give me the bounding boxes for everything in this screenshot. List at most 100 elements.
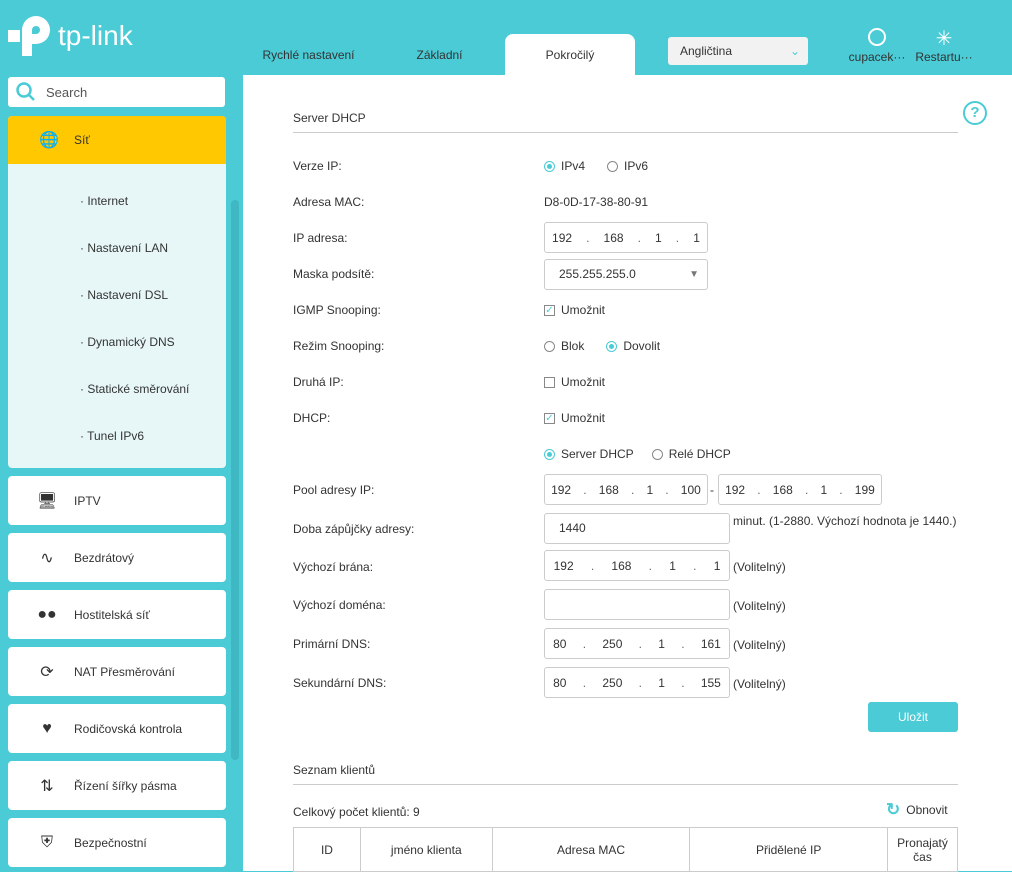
help-icon[interactable]: ? bbox=[963, 101, 987, 125]
tab-basic[interactable]: Základní bbox=[374, 34, 505, 76]
optional-hint: (Volitelný) bbox=[733, 560, 786, 574]
domain-input[interactable] bbox=[544, 589, 730, 620]
tab-advanced[interactable]: Pokročilý bbox=[505, 34, 635, 76]
language-select[interactable]: Angličtina ⌄ bbox=[668, 37, 808, 65]
label-mask: Maska podsítě: bbox=[293, 267, 375, 281]
checkbox-second-ip[interactable] bbox=[544, 376, 555, 388]
sub-item-lan[interactable]: · Nastavení LAN bbox=[80, 241, 168, 255]
shield-icon: ⛨ bbox=[40, 833, 53, 851]
label-snoop-mode: Režim Snooping: bbox=[293, 339, 385, 353]
sidebar-item-network[interactable]: 🌐 Síť bbox=[8, 116, 226, 164]
sub-item-dsl[interactable]: · Nastavení DSL bbox=[80, 288, 168, 302]
label-dns2: Sekundární DNS: bbox=[293, 676, 387, 690]
option-label: Umožnit bbox=[561, 375, 606, 389]
sidebar-item-wireless[interactable]: ∿ Bezdrátový bbox=[8, 533, 226, 582]
sidebar-scrollbar[interactable] bbox=[231, 200, 239, 760]
restart-button[interactable]: ✳ Restartu··· bbox=[912, 28, 976, 64]
sidebar-item-label: IPTV bbox=[74, 493, 101, 508]
sidebar-item-iptv[interactable]: 🖥 IPTV bbox=[8, 476, 226, 525]
option-label: Relé DHCP bbox=[668, 447, 731, 461]
column-header-ip: Přidělené IP bbox=[689, 827, 888, 872]
sidebar-item-security[interactable]: ⛨ Bezpečnostní bbox=[8, 818, 226, 867]
restart-icon: ✳ bbox=[935, 28, 953, 50]
divider bbox=[293, 132, 958, 133]
sidebar-item-label: Hostitelská síť bbox=[74, 607, 150, 622]
sub-item-ipv6-tunnel[interactable]: · Tunel IPv6 bbox=[80, 429, 144, 443]
sub-item-internet[interactable]: · Internet bbox=[80, 194, 128, 208]
lease-time-input[interactable]: 1440 bbox=[544, 513, 730, 544]
sidebar-section-network: 🌐 Síť · Internet · Nastavení LAN · Nasta… bbox=[8, 116, 226, 468]
radio-dhcp-server[interactable] bbox=[544, 448, 555, 460]
refresh-label: Obnovit bbox=[906, 803, 948, 817]
search-input[interactable]: Search bbox=[8, 77, 225, 107]
primary-dns-input[interactable]: 80. 250. 1. 161 bbox=[544, 628, 730, 659]
subnet-mask-select[interactable]: 255.255.255.0 ▼ bbox=[544, 259, 708, 290]
user-icon bbox=[868, 28, 886, 46]
clients-table: ID jméno klienta Adresa MAC Přidělené IP… bbox=[293, 827, 958, 872]
label-second-ip: Druhá IP: bbox=[293, 375, 344, 389]
label-dhcp: DHCP: bbox=[293, 411, 331, 425]
logo-icon bbox=[8, 16, 50, 56]
pool-end-input[interactable]: 192. 168. 1. 199 bbox=[718, 474, 882, 505]
user-label: cupacek··· bbox=[848, 50, 906, 64]
optional-hint: (Volitelný) bbox=[733, 677, 786, 691]
radio-allow[interactable] bbox=[606, 340, 618, 352]
sidebar-item-label: NAT Přesměrování bbox=[74, 664, 175, 679]
section-title-dhcp: Server DHCP bbox=[293, 111, 366, 125]
search-placeholder: Search bbox=[46, 84, 88, 100]
secondary-dns-input[interactable]: 80. 250. 1. 155 bbox=[544, 667, 730, 698]
option-label: Server DHCP bbox=[561, 447, 634, 461]
label-ip: IP adresa: bbox=[293, 231, 348, 245]
column-header-name: jméno klienta bbox=[359, 827, 493, 872]
mac-value: D8-0D-17-38-80-91 bbox=[544, 195, 649, 209]
pool-start-input[interactable]: 192. 168. 1. 100 bbox=[544, 474, 708, 505]
refresh-icon: ↻ bbox=[886, 800, 901, 819]
ip-address-input[interactable]: 192. 168. 1. 1 bbox=[544, 222, 708, 253]
gateway-input[interactable]: 192. 168. 1. 1 bbox=[544, 550, 730, 581]
label-mac: Adresa MAC: bbox=[293, 195, 365, 209]
tab-quick-setup[interactable]: Rychlé nastavení bbox=[243, 34, 374, 76]
language-value: Angličtina bbox=[680, 44, 733, 58]
label-igmp: IGMP Snooping: bbox=[293, 303, 381, 317]
radio-block[interactable] bbox=[544, 340, 555, 352]
lease-hint: minut. (1-2880. Výchozí hodnota je 1440.… bbox=[733, 514, 957, 528]
divider bbox=[293, 784, 958, 785]
column-header-id: ID bbox=[293, 827, 361, 872]
checkbox-dhcp[interactable]: ✓ bbox=[544, 412, 555, 424]
dropdown-arrow-icon: ▼ bbox=[689, 269, 699, 280]
sidebar-item-guest-network[interactable]: ●● Hostitelská síť bbox=[8, 590, 226, 639]
wifi-icon: ∿ bbox=[40, 549, 54, 567]
column-header-mac: Adresa MAC bbox=[491, 827, 691, 872]
parental-control-icon: ♥ bbox=[42, 719, 52, 737]
column-header-lease: Pronajatý čas bbox=[887, 827, 958, 872]
option-label: IPv6 bbox=[624, 159, 649, 173]
sidebar-item-parental[interactable]: ♥ Rodičovská kontrola bbox=[8, 704, 226, 753]
tp-link-logo: tp-link bbox=[8, 16, 133, 56]
sidebar-item-nat[interactable]: ⟳ NAT Přesměrování bbox=[8, 647, 226, 696]
sub-item-static-routing[interactable]: · Statické směrování bbox=[80, 382, 189, 396]
nat-icon: ⟳ bbox=[40, 663, 54, 681]
sidebar-item-bandwidth[interactable]: ⇅ Řízení šířky pásma bbox=[8, 761, 226, 810]
pool-separator: - bbox=[710, 483, 714, 497]
label-lease: Doba zápůjčky adresy: bbox=[293, 522, 415, 536]
sidebar-item-label: Rodičovská kontrola bbox=[74, 721, 183, 736]
save-button[interactable]: Uložit bbox=[868, 702, 958, 732]
radio-ipv6[interactable] bbox=[607, 160, 619, 172]
option-label: Umožnit bbox=[561, 303, 606, 317]
label-gateway: Výchozí brána: bbox=[293, 560, 374, 574]
ip-version-group: IPv4 IPv6 bbox=[544, 159, 648, 173]
user-button[interactable]: cupacek··· bbox=[846, 28, 908, 64]
sub-item-ddns[interactable]: · Dynamický DNS bbox=[80, 335, 175, 349]
option-label: Umožnit bbox=[561, 411, 606, 425]
search-icon bbox=[16, 82, 35, 101]
optional-hint: (Volitelný) bbox=[733, 599, 786, 613]
globe-icon: 🌐 bbox=[39, 132, 59, 149]
sidebar-item-label: Řízení šířky pásma bbox=[74, 778, 177, 793]
refresh-button[interactable]: ↻ Obnovit bbox=[886, 800, 948, 820]
radio-dhcp-relay[interactable] bbox=[651, 448, 663, 460]
sidebar-item-label: Bezdrátový bbox=[74, 550, 135, 565]
checkbox-igmp[interactable]: ✓ bbox=[544, 304, 555, 316]
label-dns1: Primární DNS: bbox=[293, 637, 371, 651]
label-pool: Pool adresy IP: bbox=[293, 483, 375, 497]
radio-ipv4[interactable] bbox=[544, 160, 555, 172]
